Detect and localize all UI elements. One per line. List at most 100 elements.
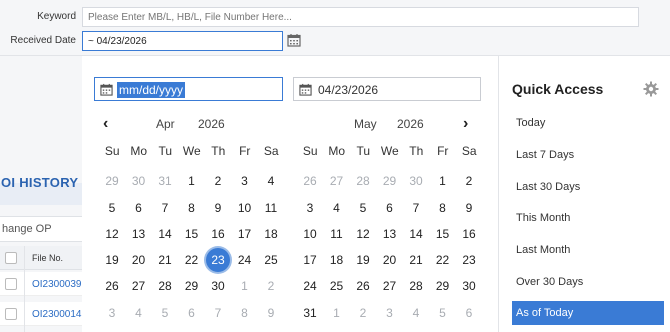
calendar-day[interactable]: 1 <box>180 169 204 193</box>
calendar-day[interactable]: 23 <box>206 248 230 273</box>
calendar-day[interactable]: 24 <box>233 248 257 272</box>
chevron-left-icon[interactable]: ‹ <box>103 115 108 133</box>
calendar-day[interactable]: 8 <box>180 196 204 220</box>
quick-access-today[interactable]: Today <box>512 111 664 135</box>
row-checkbox[interactable] <box>5 278 17 290</box>
calendar-day[interactable]: 9 <box>206 196 230 220</box>
end-date-field[interactable]: 04/23/2026 <box>293 77 481 101</box>
calendar-day[interactable]: 27 <box>127 274 151 298</box>
calendar-day[interactable]: 31 <box>298 301 322 325</box>
calendar-day[interactable]: 8 <box>233 301 257 325</box>
calendar-day[interactable]: 4 <box>127 301 151 325</box>
calendar-day[interactable]: 1 <box>431 169 455 193</box>
calendar-day[interactable]: 6 <box>378 196 402 220</box>
calendar-day[interactable]: 12 <box>100 222 124 246</box>
calendar-day[interactable]: 16 <box>206 222 230 246</box>
calendar-day[interactable]: 17 <box>233 222 257 246</box>
calendar-day[interactable]: 10 <box>233 196 257 220</box>
calendar-day[interactable]: 28 <box>404 274 428 298</box>
quick-access-over-30-days[interactable]: Over 30 Days <box>512 270 664 294</box>
calendar-day[interactable]: 6 <box>127 196 151 220</box>
calendar-day[interactable]: 7 <box>153 196 177 220</box>
calendar-day[interactable]: 3 <box>100 301 124 325</box>
calendar-day[interactable]: 27 <box>325 169 349 193</box>
calendar-day[interactable]: 29 <box>180 274 204 298</box>
calendar-day[interactable]: 17 <box>298 248 322 272</box>
calendar-day[interactable]: 19 <box>351 248 375 272</box>
quick-access-last-30-days[interactable]: Last 30 Days <box>512 175 664 199</box>
calendar-day[interactable]: 12 <box>351 222 375 246</box>
calendar-day[interactable]: 5 <box>153 301 177 325</box>
calendar-day[interactable]: 25 <box>325 274 349 298</box>
calendar-day[interactable]: 14 <box>153 222 177 246</box>
calendar-day[interactable]: 20 <box>378 248 402 272</box>
calendar-day[interactable]: 30 <box>206 274 230 298</box>
calendar-day[interactable]: 8 <box>431 196 455 220</box>
calendar-day[interactable]: 28 <box>351 169 375 193</box>
keyword-input[interactable] <box>82 7 639 27</box>
history-filter-input[interactable]: hange OP <box>0 216 82 242</box>
calendar-day[interactable]: 6 <box>457 301 481 325</box>
calendar-day[interactable]: 1 <box>325 301 349 325</box>
calendar-day[interactable]: 23 <box>457 248 481 272</box>
calendar-day[interactable]: 20 <box>127 248 151 272</box>
calendar-day[interactable]: 10 <box>298 222 322 246</box>
calendar-day[interactable]: 15 <box>431 222 455 246</box>
gear-icon[interactable] <box>643 81 659 97</box>
calendar-day[interactable]: 28 <box>153 274 177 298</box>
calendar-icon[interactable] <box>287 33 301 47</box>
calendar-day[interactable]: 18 <box>325 248 349 272</box>
quick-access-as-of-today[interactable]: As of Today <box>512 301 664 325</box>
calendar-day[interactable]: 11 <box>325 222 349 246</box>
calendar-day[interactable]: 3 <box>298 196 322 220</box>
calendar-day[interactable]: 6 <box>180 301 204 325</box>
calendar-day[interactable]: 9 <box>457 196 481 220</box>
calendar-day[interactable]: 4 <box>259 169 283 193</box>
quick-access-this-month[interactable]: This Month <box>512 206 664 230</box>
calendar-day[interactable]: 15 <box>180 222 204 246</box>
calendar-day[interactable]: 3 <box>233 169 257 193</box>
received-date-input[interactable]: ~ 04/23/2026 <box>82 31 283 51</box>
calendar-day[interactable]: 21 <box>404 248 428 272</box>
calendar-day[interactable]: 5 <box>431 301 455 325</box>
calendar-day[interactable]: 9 <box>259 301 283 325</box>
calendar-day[interactable]: 3 <box>378 301 402 325</box>
row-checkbox[interactable] <box>5 308 17 320</box>
calendar-day[interactable]: 2 <box>259 274 283 298</box>
table-row[interactable]: OI2300014 <box>0 302 82 326</box>
calendar-day[interactable]: 13 <box>127 222 151 246</box>
calendar-day[interactable]: 26 <box>298 169 322 193</box>
calendar-day[interactable]: 13 <box>378 222 402 246</box>
calendar-day[interactable]: 7 <box>206 301 230 325</box>
calendar-day[interactable]: 31 <box>153 169 177 193</box>
calendar-day[interactable]: 26 <box>351 274 375 298</box>
file-no-link[interactable]: OI2300039 <box>32 279 82 290</box>
calendar-day[interactable]: 22 <box>180 248 204 272</box>
select-all-checkbox[interactable] <box>5 252 17 264</box>
start-date-field[interactable]: mm/dd/yyyy <box>94 77 283 101</box>
quick-access-last-7-days[interactable]: Last 7 Days <box>512 143 664 167</box>
calendar-day[interactable]: 30 <box>127 169 151 193</box>
file-no-link[interactable]: OI2300014 <box>32 309 82 320</box>
calendar-day[interactable]: 26 <box>100 274 124 298</box>
calendar-day[interactable]: 24 <box>298 274 322 298</box>
calendar-day[interactable]: 27 <box>378 274 402 298</box>
calendar-day[interactable]: 22 <box>431 248 455 272</box>
chevron-right-icon[interactable]: › <box>463 115 468 133</box>
calendar-day[interactable]: 2 <box>457 169 481 193</box>
calendar-day[interactable]: 2 <box>206 169 230 193</box>
calendar-day[interactable]: 29 <box>378 169 402 193</box>
calendar-day[interactable]: 4 <box>325 196 349 220</box>
calendar-day[interactable]: 5 <box>100 196 124 220</box>
calendar-day[interactable]: 25 <box>259 248 283 272</box>
quick-access-last-month[interactable]: Last Month <box>512 238 664 262</box>
calendar-day[interactable]: 30 <box>457 274 481 298</box>
calendar-day[interactable]: 4 <box>404 301 428 325</box>
calendar-day[interactable]: 19 <box>100 248 124 272</box>
table-row[interactable]: OI2300039 <box>0 272 82 296</box>
calendar-day[interactable]: 29 <box>431 274 455 298</box>
calendar-day[interactable]: 21 <box>153 248 177 272</box>
calendar-day[interactable]: 11 <box>259 196 283 220</box>
calendar-day[interactable]: 30 <box>404 169 428 193</box>
calendar-day[interactable]: 5 <box>351 196 375 220</box>
